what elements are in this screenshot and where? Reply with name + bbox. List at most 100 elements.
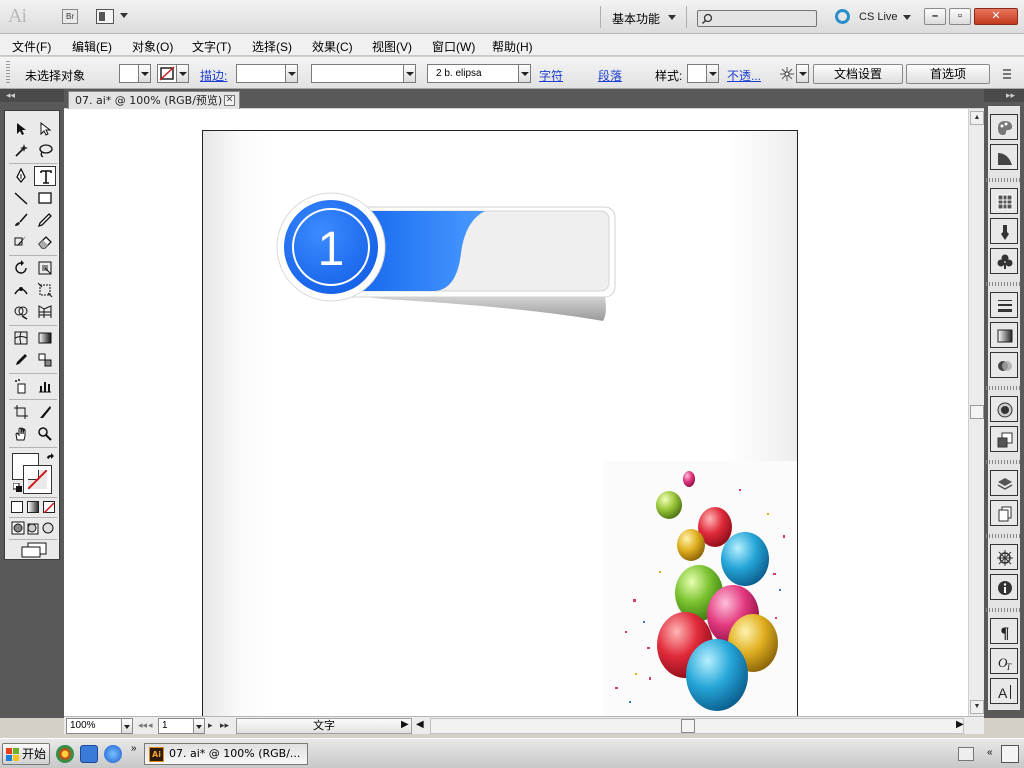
direct-selection-tool[interactable] xyxy=(34,119,56,139)
vertical-scroll-thumb[interactable] xyxy=(970,405,984,419)
tray-app-icon[interactable] xyxy=(1001,745,1019,763)
stroke-swatch[interactable] xyxy=(157,64,177,83)
gradient-mode-button[interactable] xyxy=(27,501,39,513)
type-tool[interactable] xyxy=(34,166,56,186)
bridge-button[interactable]: Br xyxy=(62,9,78,24)
slice-tool[interactable] xyxy=(34,402,56,422)
opacity-link[interactable]: 不透... xyxy=(727,67,761,84)
recolor-artwork-icon[interactable] xyxy=(778,65,796,83)
blob-brush-tool[interactable] xyxy=(10,232,32,252)
menu-file[interactable]: 文件(F) xyxy=(12,38,51,55)
paragraph-panel-button[interactable]: ¶ xyxy=(990,618,1018,644)
free-transform-tool[interactable] xyxy=(34,280,56,300)
symbols-panel-button[interactable] xyxy=(990,248,1018,274)
tray-expand-icon[interactable]: « xyxy=(987,747,993,758)
arrange-documents-caret-icon[interactable] xyxy=(120,13,128,18)
screen-mode-icon[interactable] xyxy=(20,542,48,558)
symbol-sprayer-tool[interactable] xyxy=(10,376,32,396)
prev-artboard-icon[interactable]: ◂ xyxy=(148,720,153,731)
keyboard-tray-icon[interactable] xyxy=(958,747,974,761)
browser-quicklaunch-icon[interactable] xyxy=(56,745,74,763)
default-colors-icon[interactable] xyxy=(13,483,22,492)
navigator-panel-button[interactable] xyxy=(990,544,1018,570)
magic-wand-tool[interactable] xyxy=(10,141,32,161)
paragraph-panel-link[interactable]: 段落 xyxy=(598,67,622,84)
scroll-right-icon[interactable]: ▶ xyxy=(956,719,964,730)
minimize-button[interactable]: – xyxy=(924,8,946,25)
zoom-dropdown[interactable] xyxy=(121,718,133,734)
artboards-panel-button[interactable] xyxy=(990,500,1018,526)
scroll-down-icon[interactable]: ▼ xyxy=(970,700,984,714)
cs-live-caret-icon[interactable] xyxy=(903,15,911,20)
artboard[interactable]: 1 xyxy=(202,130,798,716)
collapse-tools-icon[interactable]: ◂◂ xyxy=(6,90,15,101)
horizontal-scrollbar[interactable] xyxy=(430,718,964,734)
zoom-tool[interactable] xyxy=(34,424,56,444)
artboard-dropdown[interactable] xyxy=(193,718,205,734)
app-quicklaunch-icon[interactable] xyxy=(80,745,98,763)
canvas-area[interactable]: 1 xyxy=(64,109,968,716)
quicklaunch-overflow-icon[interactable]: » xyxy=(131,743,137,754)
preferences-button[interactable]: 首选项 xyxy=(906,64,990,84)
appearance-panel-button[interactable] xyxy=(990,396,1018,422)
menu-select[interactable]: 选择(S) xyxy=(252,38,292,55)
rotate-tool[interactable] xyxy=(10,258,32,278)
scroll-up-icon[interactable]: ▲ xyxy=(970,111,984,125)
fill-swatch[interactable] xyxy=(119,64,139,83)
layers-panel-button[interactable] xyxy=(990,470,1018,496)
last-artboard-icon[interactable]: ▸▸ xyxy=(220,720,229,731)
graphic-styles-panel-button[interactable] xyxy=(990,426,1018,452)
scroll-left-icon[interactable]: ◀ xyxy=(416,719,424,730)
tools-panel-header[interactable]: ◂◂ xyxy=(0,89,64,102)
mesh-tool[interactable] xyxy=(10,328,32,348)
profile-dropdown[interactable] xyxy=(403,64,416,83)
menu-help[interactable]: 帮助(H) xyxy=(492,38,533,55)
control-bar-grip[interactable] xyxy=(6,61,10,85)
drawing-modes-icon[interactable] xyxy=(11,521,55,535)
rectangle-tool[interactable] xyxy=(34,188,56,208)
dock-panel-header[interactable]: ▸▸ xyxy=(984,89,1024,102)
status-menu-arrow-icon[interactable]: ▶ xyxy=(401,719,409,730)
lasso-tool[interactable] xyxy=(34,141,56,161)
pen-tool[interactable] xyxy=(10,166,32,186)
vertical-scrollbar[interactable]: ▲ ▼ xyxy=(968,109,984,716)
paintbrush-tool[interactable] xyxy=(10,210,32,230)
selection-tool[interactable] xyxy=(10,119,32,139)
line-segment-tool[interactable] xyxy=(10,188,32,208)
arrange-documents-icon[interactable] xyxy=(96,9,114,24)
cs-live-icon[interactable] xyxy=(835,9,850,24)
menu-object[interactable]: 对象(O) xyxy=(132,38,173,55)
menu-view[interactable]: 视图(V) xyxy=(372,38,412,55)
info-panel-button[interactable] xyxy=(990,574,1018,600)
variable-width-profile[interactable] xyxy=(311,64,405,83)
recolor-dropdown[interactable] xyxy=(796,64,809,83)
first-artboard-icon[interactable]: ◂◂ xyxy=(138,720,147,731)
opentype-panel-button[interactable]: OT xyxy=(990,648,1018,674)
menu-type[interactable]: 文字(T) xyxy=(192,38,231,55)
control-panel-menu-icon[interactable] xyxy=(1000,65,1014,83)
stroke-weight-label[interactable]: 描边: xyxy=(200,67,227,84)
cs-live-button[interactable]: CS Live xyxy=(859,11,898,23)
close-button[interactable]: ✕ xyxy=(974,8,1018,25)
graphic-style-dropdown[interactable] xyxy=(706,64,719,83)
horizontal-scroll-thumb[interactable] xyxy=(681,719,695,733)
character-panel-link[interactable]: 字符 xyxy=(539,67,563,84)
color-mode-button[interactable] xyxy=(11,501,23,513)
scale-tool[interactable] xyxy=(34,258,56,278)
column-graph-tool[interactable] xyxy=(34,376,56,396)
gradient-tool[interactable] xyxy=(34,328,56,348)
document-tab[interactable]: 07. ai* @ 100% (RGB/预览) ✕ xyxy=(68,91,240,109)
character-panel-button[interactable]: A xyxy=(990,678,1018,704)
stroke-dropdown[interactable] xyxy=(176,64,189,83)
eyedropper-tool[interactable] xyxy=(10,350,32,370)
status-info-field[interactable]: 文字 xyxy=(236,718,412,734)
stroke-weight-dropdown[interactable] xyxy=(285,64,298,83)
gradient-panel-button[interactable] xyxy=(990,322,1018,348)
fill-dropdown[interactable] xyxy=(138,64,151,83)
restore-button[interactable]: ▫ xyxy=(949,8,971,25)
blend-tool[interactable] xyxy=(34,350,56,370)
artboard-tool[interactable] xyxy=(10,402,32,422)
none-mode-button[interactable] xyxy=(43,501,55,514)
width-tool[interactable] xyxy=(10,280,32,300)
start-button[interactable]: 开始 xyxy=(2,743,50,765)
